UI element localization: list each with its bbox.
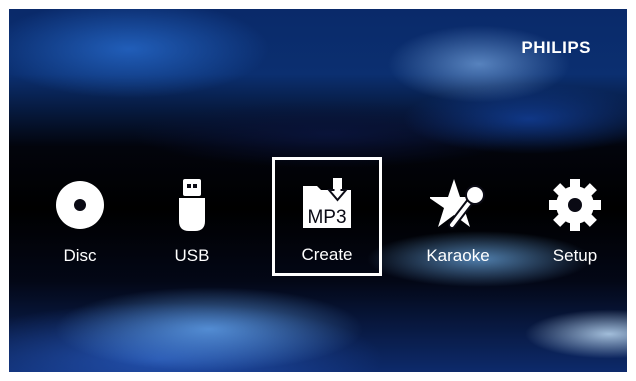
menu-item-usb[interactable]: USB xyxy=(137,159,247,276)
mp3-icon-text: MP3 xyxy=(307,207,346,228)
disc-icon xyxy=(56,181,104,229)
menu-item-label: Disc xyxy=(63,246,97,265)
menu-item-create[interactable]: MP3 Create xyxy=(272,157,382,276)
menu-item-label: Karaoke xyxy=(426,246,490,265)
menu-item-disc[interactable]: Disc xyxy=(25,159,135,276)
usb-drive-icon xyxy=(179,179,205,231)
gear-icon xyxy=(549,179,601,231)
menu-item-karaoke[interactable]: Karaoke xyxy=(403,159,513,276)
home-menu: Disc USB MP3 Create Karaoke Setup xyxy=(9,9,627,372)
tv-home-screen: PHILIPS Disc USB MP3 Create Karaoke Setu… xyxy=(9,9,627,372)
karaoke-microphone-icon xyxy=(430,179,485,229)
menu-item-setup[interactable]: Setup xyxy=(520,159,627,276)
menu-item-label: Setup xyxy=(552,246,598,265)
menu-item-label: Create xyxy=(301,245,353,264)
menu-item-label: USB xyxy=(174,246,210,265)
create-mp3-icon: MP3 xyxy=(303,178,351,228)
